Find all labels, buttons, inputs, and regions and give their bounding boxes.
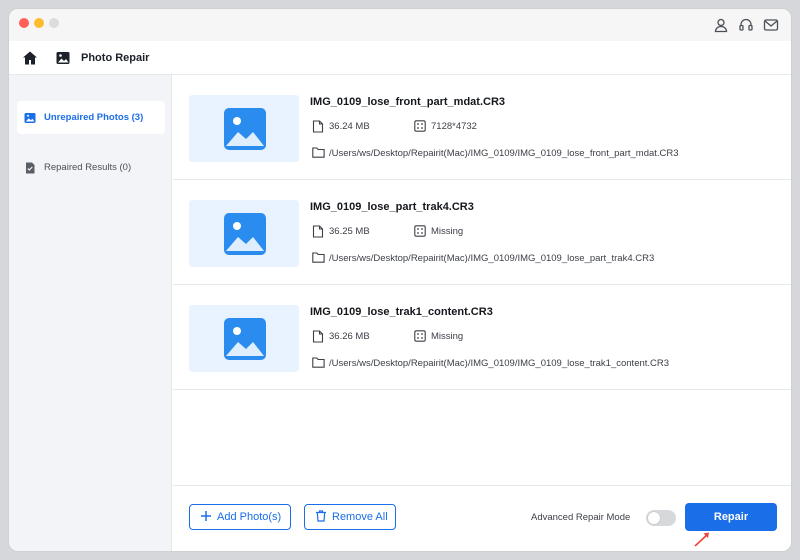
- toolbar: Photo Repair: [9, 41, 791, 75]
- photo-placeholder-icon: [224, 213, 266, 255]
- photo-placeholder-icon: [224, 318, 266, 360]
- title-bar: [9, 9, 791, 41]
- add-photos-label: Add Photo(s): [217, 511, 282, 523]
- app-window: Photo Repair Unrepaired Photos (3) Repai…: [8, 8, 792, 552]
- file-size-label: 36.26 MB: [329, 331, 370, 342]
- file-name: IMG_0109_lose_part_trak4.CR3: [310, 201, 474, 213]
- action-bar: Add Photo(s) Remove All Advanced Repair …: [173, 485, 791, 551]
- file-icon: [312, 120, 324, 133]
- file-name: IMG_0109_lose_front_part_mdat.CR3: [310, 96, 506, 108]
- file-path-label: /Users/ws/Desktop/Repairit(Mac)/IMG_0109…: [329, 358, 670, 369]
- file-resolution-label: 7128*4732: [431, 121, 477, 132]
- photo-thumbnail: [189, 200, 299, 267]
- file-icon: [312, 225, 324, 238]
- advanced-repair-mode-toggle[interactable]: [646, 510, 676, 526]
- add-photos-button[interactable]: Add Photo(s): [189, 504, 291, 530]
- photo-thumbnail: [189, 95, 299, 162]
- folder-icon: [312, 252, 325, 263]
- list-item[interactable]: IMG_0109_lose_part_trak4.CR3 36.25 MB Mi…: [173, 180, 791, 285]
- headset-icon[interactable]: [738, 17, 754, 33]
- mail-icon[interactable]: [763, 17, 779, 33]
- close-window-button[interactable]: [19, 18, 29, 28]
- repair-button[interactable]: Repair: [685, 503, 777, 531]
- list-item[interactable]: IMG_0109_lose_front_part_mdat.CR3 36.24 …: [173, 75, 791, 180]
- resolution-icon: [414, 330, 426, 342]
- sidebar-item-unrepaired-photos[interactable]: Unrepaired Photos (3): [17, 101, 165, 134]
- photo-icon: [56, 52, 70, 64]
- sidebar: Unrepaired Photos (3) Repaired Results (…: [9, 75, 172, 551]
- page-title: Photo Repair: [81, 52, 150, 64]
- photo-placeholder-icon: [224, 108, 266, 150]
- main-content: IMG_0109_lose_front_part_mdat.CR3 36.24 …: [173, 75, 791, 551]
- file-path-label: /Users/ws/Desktop/Repairit(Mac)/IMG_0109…: [329, 148, 679, 159]
- image-icon: [24, 113, 36, 123]
- user-icon[interactable]: [713, 17, 729, 33]
- file-resolution-label: Missing: [431, 331, 464, 342]
- photo-thumbnail: [189, 305, 299, 372]
- folder-icon: [312, 147, 325, 158]
- file-icon: [312, 330, 324, 343]
- trash-icon: [316, 510, 326, 522]
- resolution-icon: [414, 120, 426, 132]
- sidebar-item-label: Repaired Results (0): [44, 162, 132, 173]
- file-path-label: /Users/ws/Desktop/Repairit(Mac)/IMG_0109…: [329, 253, 655, 264]
- home-icon[interactable]: [22, 50, 38, 66]
- photo-list: IMG_0109_lose_front_part_mdat.CR3 36.24 …: [173, 75, 791, 485]
- minimize-window-button[interactable]: [34, 18, 44, 28]
- list-item[interactable]: IMG_0109_lose_trak1_content.CR3 36.26 MB: [173, 285, 791, 390]
- file-name: IMG_0109_lose_trak1_content.CR3: [310, 306, 493, 318]
- sidebar-item-label: Unrepaired Photos (3): [44, 112, 144, 123]
- file-resolution-label: Missing: [431, 226, 464, 237]
- remove-all-button[interactable]: Remove All: [304, 504, 396, 530]
- plus-icon: [201, 511, 211, 521]
- resolution-icon: [414, 225, 426, 237]
- advanced-repair-mode-label: Advanced Repair Mode: [531, 512, 631, 523]
- file-size-label: 36.24 MB: [329, 121, 370, 132]
- results-icon: [26, 162, 35, 174]
- remove-all-label: Remove All: [332, 511, 388, 523]
- file-size-label: 36.25 MB: [329, 226, 370, 237]
- sidebar-item-repaired-results[interactable]: Repaired Results (0): [17, 151, 165, 184]
- folder-icon: [312, 357, 325, 368]
- pointer-arrow-icon: [694, 532, 709, 547]
- toggle-knob: [648, 512, 660, 524]
- zoom-window-button[interactable]: [49, 18, 59, 28]
